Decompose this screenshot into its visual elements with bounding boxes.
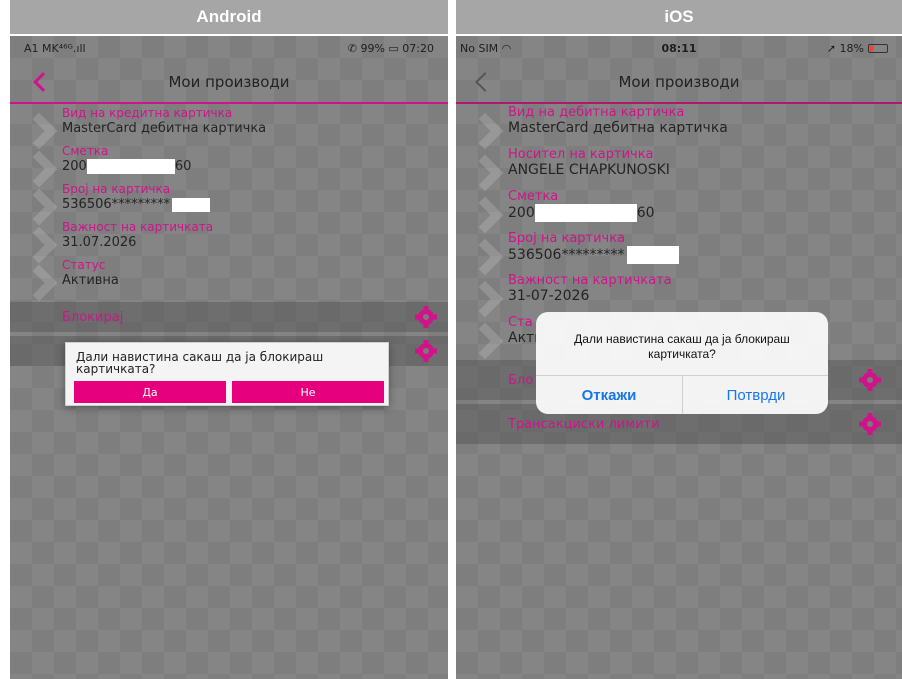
gear-icon[interactable] [859, 413, 881, 435]
nav-bar-divider [456, 102, 902, 104]
ios-platform-label: iOS [456, 0, 902, 34]
confirm-block-dialog: Дали навистина сакаш да ја блокираш карт… [65, 342, 389, 406]
detail-row-cardholder: Носител на картичка ANGELE CHAPKUNOSKI [456, 147, 902, 192]
block-card-row[interactable]: Блокирај [10, 302, 448, 332]
chevron-right-icon [466, 154, 504, 192]
gear-icon[interactable] [859, 369, 881, 391]
ios-status-right: ➚ 18% [827, 42, 888, 55]
detail-row-card-number: Број на картичка 536506********* [10, 182, 448, 226]
field-value: 31-07-2026 [508, 288, 590, 304]
android-screen: A1 MK⁴⁶ᴳ.ıll ✆ 99% ▭ 07:20 Мои производи… [10, 36, 448, 679]
detail-row-card-type: Вид на кредитна картичка MasterCard деби… [10, 106, 448, 150]
field-label: Вид на дебитна картичка [508, 105, 685, 120]
confirm-block-alert: Дали навистина сакаш да ја блокираш карт… [536, 312, 828, 414]
account-prefix: 200 [62, 159, 87, 174]
block-card-label: Блокирај [62, 309, 124, 325]
ios-screen: No SIM ◠ 08:11 ➚ 18% Мои производи Вид н… [456, 36, 902, 679]
gear-icon[interactable] [415, 340, 437, 362]
block-card-label: Бло [508, 372, 534, 388]
chevron-right-icon [466, 238, 504, 276]
chevron-right-icon [466, 322, 504, 360]
redaction-box [86, 159, 175, 174]
field-value: Активна [62, 273, 119, 288]
alert-message: Дали навистина сакаш да ја блокираш карт… [574, 332, 790, 361]
field-value: 31.07.2026 [62, 235, 137, 250]
ios-nav-bar: Мои производи [456, 62, 902, 102]
android-app-bar: Мои производи [10, 62, 448, 102]
dialog-message: Дали навистина сакаш да ја блокираш карт… [76, 350, 324, 376]
no-button[interactable]: Не [232, 381, 384, 403]
detail-row-status: Статус Активна [10, 258, 448, 302]
detail-row-account: Сметка 200 60 [10, 144, 448, 188]
ios-status-bar: No SIM ◠ 08:11 ➚ 18% [456, 36, 902, 60]
field-value: ANGELE CHAPKUNOSKI [508, 162, 670, 178]
field-label: Број на картичка [62, 182, 171, 196]
field-label: Вид на кредитна картичка [62, 106, 233, 120]
chevron-right-icon [466, 196, 504, 234]
chevron-right-icon [466, 112, 504, 150]
field-value: MasterCard дебитна картичка [508, 120, 728, 136]
redaction-box [172, 197, 211, 212]
field-label: Сметка [508, 189, 559, 204]
confirm-button[interactable]: Потврди [683, 376, 828, 414]
field-value: 536506********* [62, 196, 448, 213]
detail-row-account: Сметка 200 60 [456, 189, 902, 234]
android-status-right: ✆ 99% ▭ 07:20 [347, 41, 434, 55]
account-suffix: 60 [174, 159, 192, 174]
android-carrier: A1 MK⁴⁶ᴳ.ıll [24, 41, 86, 55]
battery-percent: ➚ 18% [826, 41, 864, 55]
field-label: Статус [62, 258, 106, 272]
redaction-box [627, 246, 680, 264]
field-label: Сметка [62, 144, 109, 158]
app-bar-divider [10, 102, 448, 104]
field-label: Важност на картичката [62, 220, 214, 234]
page-title: Мои производи [168, 73, 290, 91]
detail-row-card-number: Број на картичка 536506********* [456, 231, 902, 276]
detail-row-expiry: Важност на картичката 31-07-2026 [456, 273, 902, 318]
detail-row-expiry: Важност на картичката 31.07.2026 [10, 220, 448, 264]
field-value: 536506********* [508, 246, 902, 264]
field-value: MasterCard дебитна картичка [62, 121, 267, 136]
android-detail-list: Вид на кредитна картичка MasterCard деби… [10, 106, 448, 370]
account-suffix: 60 [636, 205, 655, 221]
field-label: Важност на картичката [508, 273, 672, 288]
chevron-right-icon [20, 264, 58, 302]
battery-icon [868, 43, 888, 53]
android-status-bar: A1 MK⁴⁶ᴳ.ıll ✆ 99% ▭ 07:20 [10, 36, 448, 60]
redaction-box [534, 204, 637, 222]
detail-row-card-type: Вид на дебитна картичка MasterCard дебит… [456, 105, 902, 150]
transaction-limits-label: Трансакциски лимити [508, 416, 660, 432]
yes-button[interactable]: Да [74, 381, 226, 403]
field-value: 200 60 [62, 158, 448, 175]
cancel-button[interactable]: Откажи [536, 376, 682, 414]
field-label: Носител на картичка [508, 147, 654, 162]
gear-icon[interactable] [415, 306, 437, 328]
card-number-prefix: 536506********* [508, 247, 625, 263]
field-label: Број на картичка [508, 231, 626, 246]
android-platform-label: Android [10, 0, 448, 34]
account-prefix: 200 [508, 205, 535, 221]
card-number-prefix: 536506********* [62, 197, 171, 212]
field-value: 200 60 [508, 204, 902, 222]
page-title: Мои производи [618, 73, 740, 91]
chevron-right-icon [466, 280, 504, 318]
